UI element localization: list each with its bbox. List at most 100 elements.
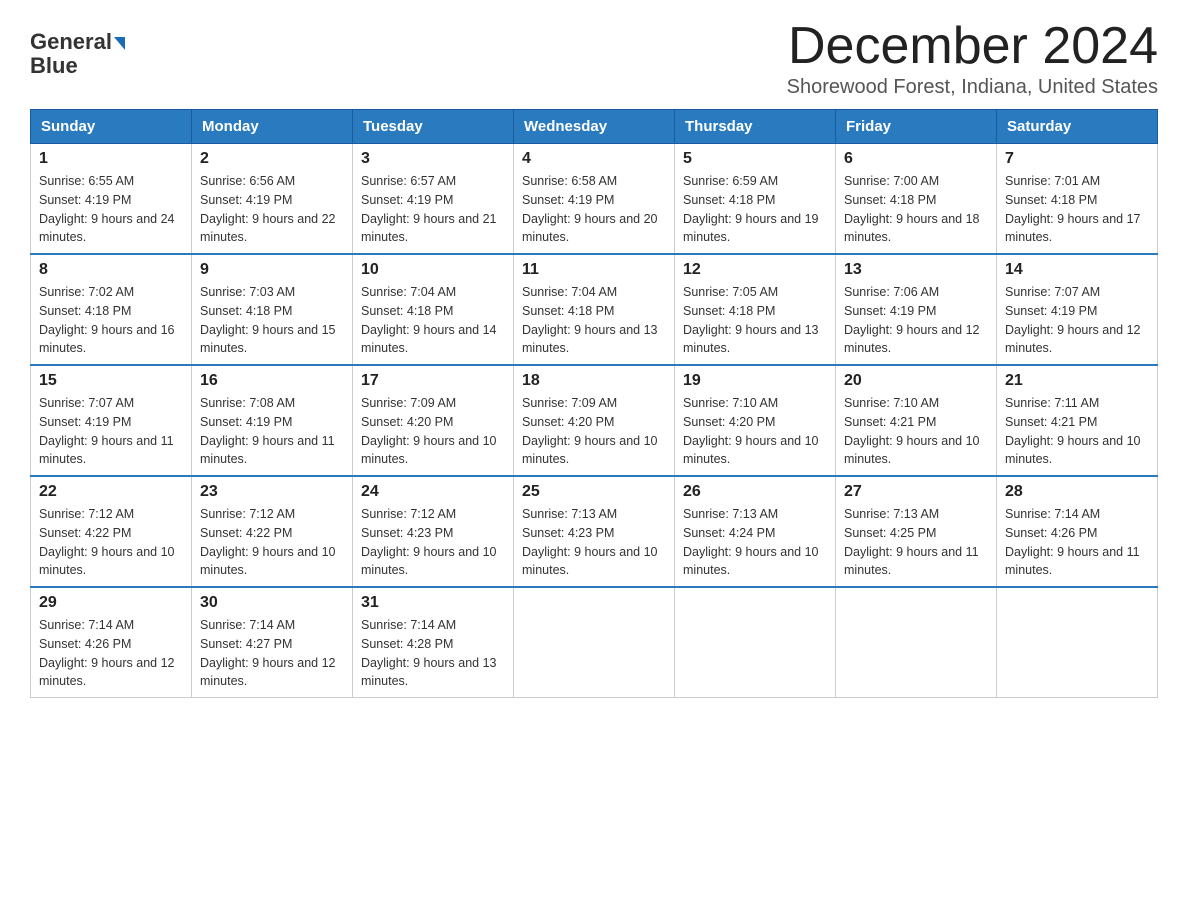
title-block: December 2024 Shorewood Forest, Indiana,… xyxy=(787,20,1158,99)
day-number: 20 xyxy=(844,372,988,390)
calendar-cell: 10Sunrise: 7:04 AMSunset: 4:18 PMDayligh… xyxy=(353,254,514,365)
day-number: 12 xyxy=(683,261,827,279)
calendar-cell: 9Sunrise: 7:03 AMSunset: 4:18 PMDaylight… xyxy=(192,254,353,365)
day-info: Sunrise: 7:12 AMSunset: 4:23 PMDaylight:… xyxy=(361,505,505,580)
calendar-week-row: 8 Sunrise: 7:02 AMSunset: 4:18 PMDaylight… xyxy=(31,254,1158,365)
calendar-cell: 24Sunrise: 7:12 AMSunset: 4:23 PMDayligh… xyxy=(353,476,514,587)
calendar-cell xyxy=(514,587,675,698)
day-info: Sunrise: 7:14 AMSunset: 4:27 PMDaylight:… xyxy=(200,616,344,691)
calendar-cell xyxy=(997,587,1158,698)
day-number: 5 xyxy=(683,150,827,168)
calendar-week-row: 29 Sunrise: 7:14 AMSunset: 4:26 PMDayligh… xyxy=(31,587,1158,698)
weekday-header-row: SundayMondayTuesdayWednesdayThursdayFrid… xyxy=(31,110,1158,144)
weekday-header-tuesday: Tuesday xyxy=(353,110,514,144)
day-number: 3 xyxy=(361,150,505,168)
calendar-cell: 30 Sunrise: 7:14 AMSunset: 4:27 PMDayligh… xyxy=(192,587,353,698)
calendar-cell: 18 Sunrise: 7:09 AMSunset: 4:20 PMDayligh… xyxy=(514,365,675,476)
calendar-cell: 7 Sunrise: 7:01 AMSunset: 4:18 PMDaylight… xyxy=(997,144,1158,255)
calendar-week-row: 22 Sunrise: 7:12 AMSunset: 4:22 PMDayligh… xyxy=(31,476,1158,587)
day-number: 19 xyxy=(683,372,827,390)
calendar-cell xyxy=(675,587,836,698)
day-number: 30 xyxy=(200,594,344,612)
calendar-cell: 19 Sunrise: 7:10 AMSunset: 4:20 PMDayligh… xyxy=(675,365,836,476)
location-subtitle: Shorewood Forest, Indiana, United States xyxy=(787,76,1158,99)
day-number: 22 xyxy=(39,483,183,501)
day-info: Sunrise: 7:14 AMSunset: 4:26 PMDaylight:… xyxy=(1005,505,1149,580)
day-number: 26 xyxy=(683,483,827,501)
day-number: 17 xyxy=(361,372,505,390)
day-info: Sunrise: 7:02 AMSunset: 4:18 PMDaylight:… xyxy=(39,283,183,358)
day-info: Sunrise: 7:07 AMSunset: 4:19 PMDaylight:… xyxy=(39,394,183,469)
weekday-header-wednesday: Wednesday xyxy=(514,110,675,144)
calendar-cell: 27 Sunrise: 7:13 AMSunset: 4:25 PMDayligh… xyxy=(836,476,997,587)
calendar-cell: 25 Sunrise: 7:13 AMSunset: 4:23 PMDayligh… xyxy=(514,476,675,587)
day-info: Sunrise: 7:03 AMSunset: 4:18 PMDaylight:… xyxy=(200,283,344,358)
day-number: 6 xyxy=(844,150,988,168)
day-info: Sunrise: 7:01 AMSunset: 4:18 PMDaylight:… xyxy=(1005,172,1149,247)
day-info: Sunrise: 7:07 AMSunset: 4:19 PMDaylight:… xyxy=(1005,283,1149,358)
calendar-cell: 17 Sunrise: 7:09 AMSunset: 4:20 PMDayligh… xyxy=(353,365,514,476)
calendar-cell: 11 Sunrise: 7:04 AMSunset: 4:18 PMDayligh… xyxy=(514,254,675,365)
logo-blue: Blue xyxy=(30,54,78,78)
day-info: Sunrise: 7:09 AMSunset: 4:20 PMDaylight:… xyxy=(522,394,666,469)
day-info: Sunrise: 7:09 AMSunset: 4:20 PMDaylight:… xyxy=(361,394,505,469)
day-info: Sunrise: 7:10 AMSunset: 4:21 PMDaylight:… xyxy=(844,394,988,469)
day-info: Sunrise: 6:55 AMSunset: 4:19 PMDaylight:… xyxy=(39,172,183,247)
weekday-header-monday: Monday xyxy=(192,110,353,144)
day-info: Sunrise: 7:12 AMSunset: 4:22 PMDaylight:… xyxy=(200,505,344,580)
day-number: 11 xyxy=(522,261,666,279)
day-info: Sunrise: 7:13 AMSunset: 4:25 PMDaylight:… xyxy=(844,505,988,580)
calendar-cell: 12 Sunrise: 7:05 AMSunset: 4:18 PMDayligh… xyxy=(675,254,836,365)
weekday-header-friday: Friday xyxy=(836,110,997,144)
day-number: 21 xyxy=(1005,372,1149,390)
calendar-cell: 31Sunrise: 7:14 AMSunset: 4:28 PMDayligh… xyxy=(353,587,514,698)
logo-arrow-icon xyxy=(114,37,125,50)
calendar-cell: 23 Sunrise: 7:12 AMSunset: 4:22 PMDayligh… xyxy=(192,476,353,587)
calendar-week-row: 1 Sunrise: 6:55 AMSunset: 4:19 PMDaylight… xyxy=(31,144,1158,255)
logo-general: General xyxy=(30,30,112,54)
calendar-cell: 5 Sunrise: 6:59 AMSunset: 4:18 PMDaylight… xyxy=(675,144,836,255)
calendar-cell: 21 Sunrise: 7:11 AMSunset: 4:21 PMDayligh… xyxy=(997,365,1158,476)
day-number: 18 xyxy=(522,372,666,390)
day-info: Sunrise: 7:11 AMSunset: 4:21 PMDaylight:… xyxy=(1005,394,1149,469)
day-info: Sunrise: 7:04 AMSunset: 4:18 PMDaylight:… xyxy=(361,283,505,358)
day-number: 23 xyxy=(200,483,344,501)
calendar-table: SundayMondayTuesdayWednesdayThursdayFrid… xyxy=(30,109,1158,698)
day-info: Sunrise: 7:04 AMSunset: 4:18 PMDaylight:… xyxy=(522,283,666,358)
calendar-cell: 29 Sunrise: 7:14 AMSunset: 4:26 PMDayligh… xyxy=(31,587,192,698)
calendar-cell: 20 Sunrise: 7:10 AMSunset: 4:21 PMDayligh… xyxy=(836,365,997,476)
day-number: 28 xyxy=(1005,483,1149,501)
calendar-cell: 1 Sunrise: 6:55 AMSunset: 4:19 PMDaylight… xyxy=(31,144,192,255)
day-info: Sunrise: 7:13 AMSunset: 4:23 PMDaylight:… xyxy=(522,505,666,580)
day-info: Sunrise: 6:59 AMSunset: 4:18 PMDaylight:… xyxy=(683,172,827,247)
calendar-cell: 13Sunrise: 7:06 AMSunset: 4:19 PMDayligh… xyxy=(836,254,997,365)
day-number: 29 xyxy=(39,594,183,612)
day-number: 15 xyxy=(39,372,183,390)
day-number: 14 xyxy=(1005,261,1149,279)
weekday-header-sunday: Sunday xyxy=(31,110,192,144)
day-info: Sunrise: 7:08 AMSunset: 4:19 PMDaylight:… xyxy=(200,394,344,469)
day-info: Sunrise: 6:56 AMSunset: 4:19 PMDaylight:… xyxy=(200,172,344,247)
day-info: Sunrise: 6:58 AMSunset: 4:19 PMDaylight:… xyxy=(522,172,666,247)
day-number: 2 xyxy=(200,150,344,168)
calendar-cell: 22 Sunrise: 7:12 AMSunset: 4:22 PMDayligh… xyxy=(31,476,192,587)
day-info: Sunrise: 7:10 AMSunset: 4:20 PMDaylight:… xyxy=(683,394,827,469)
day-info: Sunrise: 7:14 AMSunset: 4:26 PMDaylight:… xyxy=(39,616,183,691)
day-number: 1 xyxy=(39,150,183,168)
weekday-header-thursday: Thursday xyxy=(675,110,836,144)
calendar-cell: 14 Sunrise: 7:07 AMSunset: 4:19 PMDayligh… xyxy=(997,254,1158,365)
calendar-cell: 4 Sunrise: 6:58 AMSunset: 4:19 PMDaylight… xyxy=(514,144,675,255)
day-info: Sunrise: 7:05 AMSunset: 4:18 PMDaylight:… xyxy=(683,283,827,358)
day-info: Sunrise: 7:12 AMSunset: 4:22 PMDaylight:… xyxy=(39,505,183,580)
day-number: 13 xyxy=(844,261,988,279)
calendar-cell xyxy=(836,587,997,698)
calendar-week-row: 15 Sunrise: 7:07 AMSunset: 4:19 PMDayligh… xyxy=(31,365,1158,476)
calendar-cell: 28 Sunrise: 7:14 AMSunset: 4:26 PMDayligh… xyxy=(997,476,1158,587)
day-number: 4 xyxy=(522,150,666,168)
day-number: 7 xyxy=(1005,150,1149,168)
calendar-cell: 3Sunrise: 6:57 AMSunset: 4:19 PMDaylight… xyxy=(353,144,514,255)
day-number: 27 xyxy=(844,483,988,501)
calendar-cell: 26Sunrise: 7:13 AMSunset: 4:24 PMDayligh… xyxy=(675,476,836,587)
day-number: 25 xyxy=(522,483,666,501)
day-number: 8 xyxy=(39,261,183,279)
